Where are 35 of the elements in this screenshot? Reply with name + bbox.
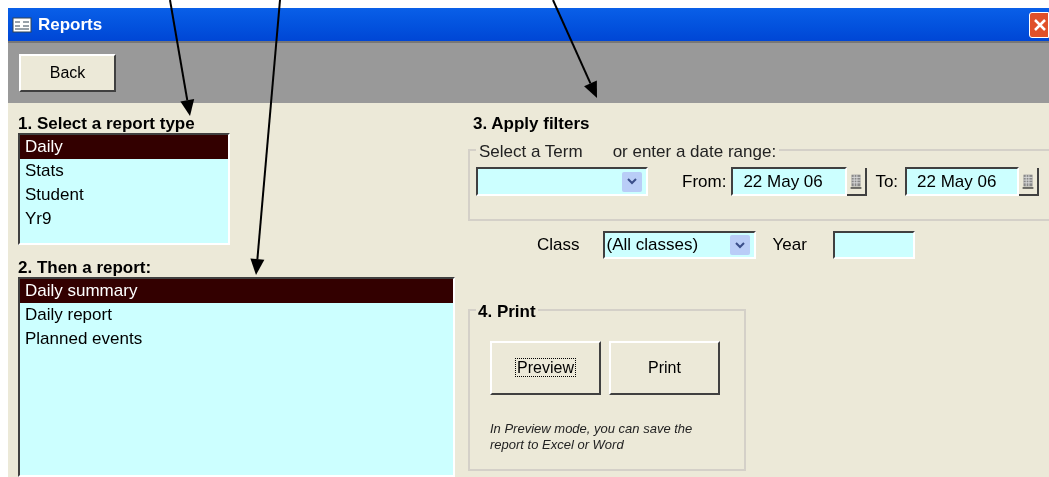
chevron-down-icon (627, 178, 637, 185)
from-date-field[interactable]: 22 May 06 (731, 167, 848, 196)
close-icon (1033, 17, 1047, 32)
chevron-down-icon (734, 241, 745, 249)
dropdown-button[interactable] (622, 171, 642, 192)
calendar-icon[interactable] (847, 167, 868, 196)
preview-button[interactable]: Preview (490, 341, 601, 395)
list-item[interactable]: Yr9 (20, 207, 228, 231)
form-icon (12, 16, 32, 33)
back-button[interactable]: Back (19, 54, 116, 93)
section-heading: 3. Apply filters (472, 113, 591, 133)
term-dropdown[interactable] (476, 167, 648, 196)
preview-note: In Preview mode, you can save the report to Excel or Word (490, 421, 694, 453)
close-button[interactable] (1029, 11, 1049, 38)
calendar-icon[interactable] (1019, 167, 1040, 196)
year-field[interactable] (832, 231, 915, 259)
year-label: Year (772, 234, 807, 257)
section-heading: 2. Then a report: (18, 257, 153, 277)
list-item[interactable]: Stats (20, 159, 228, 183)
list-item[interactable]: Planned events (20, 327, 453, 351)
class-dropdown[interactable]: (All classes) (602, 231, 756, 259)
list-item[interactable]: Daily summary (20, 279, 453, 303)
from-label: From: (682, 170, 727, 193)
list-item[interactable]: Daily report (20, 303, 453, 327)
class-label: Class (537, 234, 580, 257)
list-item[interactable]: Daily (20, 135, 228, 159)
date-range-label: or enter a date range: (612, 141, 777, 163)
section-heading: 1. Select a report type (18, 113, 196, 133)
dropdown-button[interactable] (729, 235, 750, 255)
to-date-field[interactable]: 22 May 06 (905, 167, 1020, 196)
window-title: Reports (38, 13, 103, 36)
list-item[interactable]: Student (20, 183, 228, 207)
term-label: Select a Term (479, 141, 583, 163)
print-button[interactable]: Print (609, 341, 720, 395)
to-label: To: (875, 170, 899, 193)
